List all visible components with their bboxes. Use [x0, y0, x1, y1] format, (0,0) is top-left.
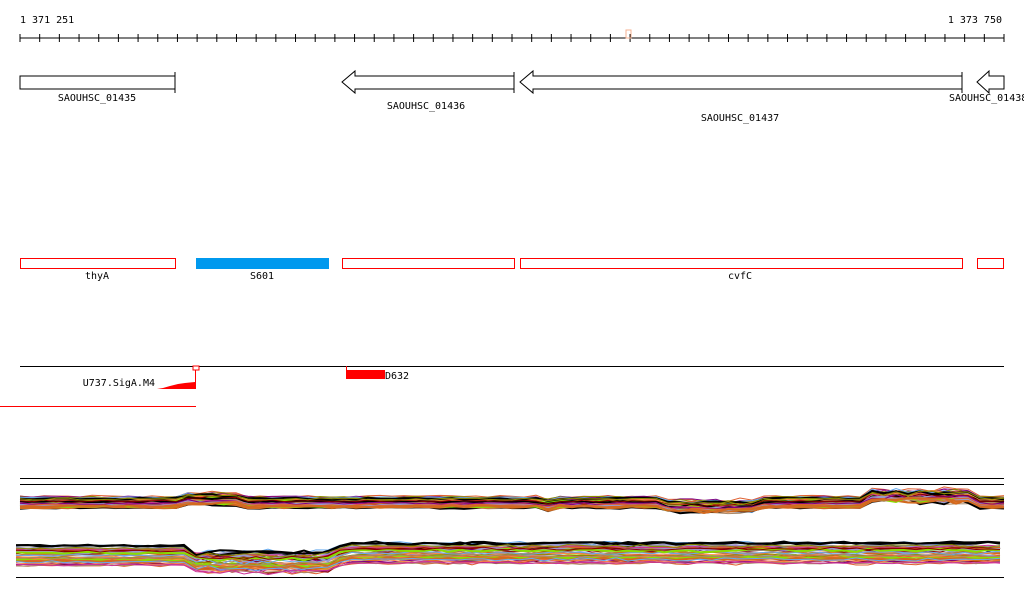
ruler-start-label: 1 371 251 [20, 15, 74, 26]
expression-track [15, 478, 1005, 578]
gene-label: SAOUHSC_01436 [387, 101, 465, 112]
feature-track: thyA S601 cvfC [20, 258, 1004, 283]
svg-text:cvfC: cvfC [728, 271, 752, 282]
signal-U737-SigA-M4[interactable]: U737.SigA.M4 [0, 365, 200, 407]
genome-browser[interactable]: 1 371 251 1 373 750 SAOUHSC_01435 SAOUHS… [0, 0, 1024, 611]
expression-lines-upper [19, 486, 1005, 515]
ruler-end-label: 1 373 750 [948, 15, 1002, 26]
expression-lines-lower [15, 540, 1001, 576]
feature-thyA[interactable]: thyA [20, 258, 176, 283]
gene-label: SAOUHSC_01438 [949, 93, 1024, 104]
gene-label: SAOUHSC_01435 [58, 93, 136, 104]
feature-cvfC[interactable]: cvfC [520, 258, 963, 283]
signal-track: U737.SigA.M4 D632 [0, 365, 1004, 407]
gene-SAOUHSC_01437[interactable]: SAOUHSC_01437 [519, 69, 963, 124]
gene-SAOUHSC_01436[interactable]: SAOUHSC_01436 [341, 69, 515, 112]
svg-text:S601: S601 [250, 271, 274, 282]
feature-unnamed[interactable] [342, 258, 515, 269]
gene-SAOUHSC_01435[interactable]: SAOUHSC_01435 [19, 72, 176, 104]
gene-track: SAOUHSC_01435 SAOUHSC_01436 SAOUHSC_0143… [19, 69, 1024, 124]
gene-label: SAOUHSC_01437 [701, 113, 779, 124]
svg-text:thyA: thyA [85, 271, 109, 282]
svg-text:U737.SigA.M4: U737.SigA.M4 [83, 378, 155, 389]
signal-D632[interactable]: D632 [346, 366, 409, 382]
feature-S601[interactable]: S601 [196, 258, 329, 282]
svg-text:D632: D632 [385, 371, 409, 382]
feature-unnamed[interactable] [977, 258, 1004, 269]
coordinate-ruler: 1 371 251 1 373 750 [19, 15, 1005, 42]
